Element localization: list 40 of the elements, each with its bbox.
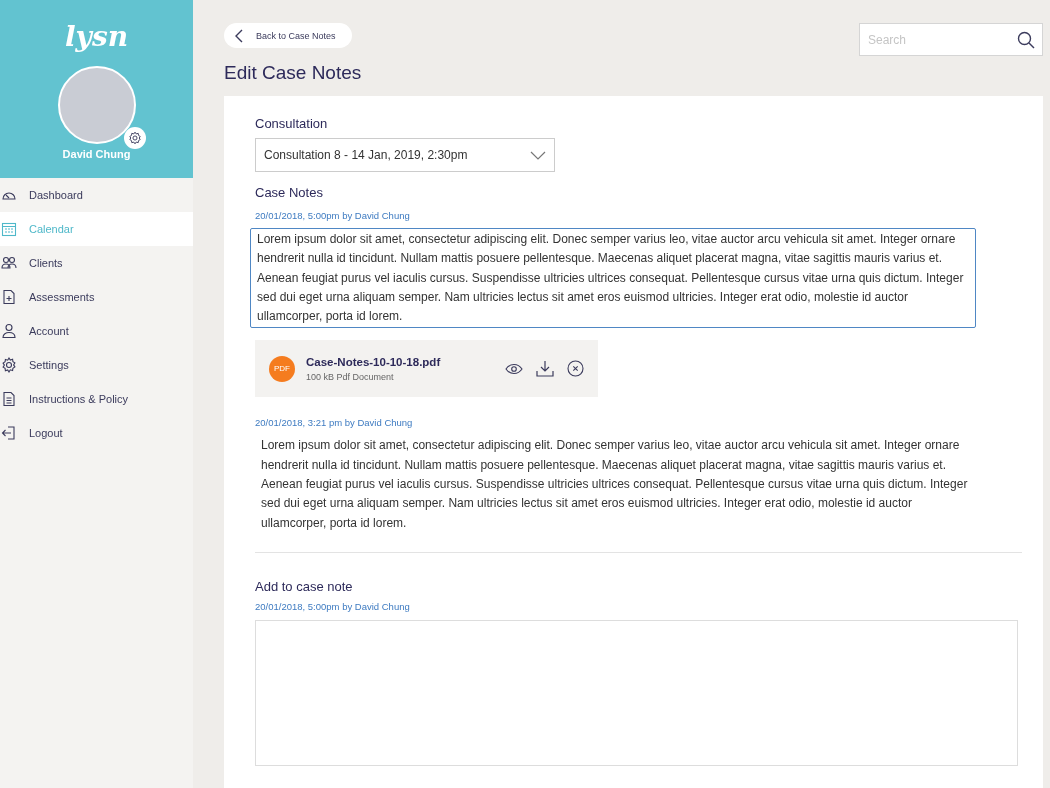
search-icon — [1017, 31, 1035, 49]
note-input-field[interactable] — [255, 619, 1018, 766]
chevron-left-icon — [234, 28, 244, 43]
section-label: Add to case note — [255, 578, 354, 594]
settings-icon[interactable] — [123, 127, 146, 149]
file-type-badge: PDF — [269, 356, 295, 382]
back-button[interactable]: Back to Case Notes — [224, 23, 352, 48]
calendar-icon — [1, 221, 17, 237]
note-text: Lorem ipsum dolor sit amet, consectetur adipiscing elit. Donec semper varius leo, vitae auctor arcu vehicula sit amet. Integer ornare hendrerit nulla id tincidunt. Nullam mattis posuere pellentesque. Maecenas aliquet placerat magna, vitae sagittis mauris varius et. Aenean feugiat purus vel iaculis cursus. Suspendisse ultricies ultrices consequat. Pellentesque cursus vitae urna quis dictum. Integer sed dui eget urna aliquam semper. Nam ultricies lectus sit amet eros euismod ultricies. Integer erat odio, molestie id auctor ullamcorper, porta id lorem. — [260, 437, 969, 532]
doc-plus-icon — [1, 289, 17, 305]
gear-icon — [1, 357, 17, 373]
nav-item[interactable]: Clients — [0, 246, 193, 280]
people-icon — [1, 255, 17, 271]
consultation-dropdown[interactable]: Consultation 8 - 14 Jan, 2019, 2:30pm — [255, 138, 555, 172]
download-icon[interactable] — [536, 360, 554, 378]
doc-icon — [1, 391, 17, 407]
note-meta: 20/01/2018, 5:00pm by David Chung — [255, 600, 411, 612]
file-size: 100 kB — [306, 372, 335, 382]
nav-item[interactable]: Logout — [0, 416, 193, 450]
user-name: David Chung — [62, 148, 131, 160]
page-title: Edit Case Notes — [224, 62, 363, 84]
nav-item[interactable]: Dashboard — [0, 178, 193, 212]
search-field[interactable]: Search — [859, 23, 1043, 56]
nav-item[interactable]: Settings — [0, 348, 193, 382]
note-meta: 20/01/2018, 5:00pm by David Chung — [255, 210, 411, 221]
eye-icon[interactable] — [505, 363, 523, 375]
note-text-field[interactable]: Lorem ipsum dolor sit amet, consectetur adipiscing elit. Donec semper varius leo, vitae auctor arcu vehicula sit amet. Integer ornare hendrerit nulla id tincidunt. Nullam mattis posuere pellentesque. Maecenas aliquet placerat magna, vitae sagittis mauris varius et. Aenean feugiat purus vel iaculis cursus. Suspendisse ultricies ultrices consequat. Pellentesque cursus vitae urna quis dictum. Integer sed dui eget urna aliquam semper. Nam ultricies lectus sit amet eros euismod ultricies. Integer erat odio, molestie id auctor ullamcorper, porta id lorem. — [250, 228, 976, 329]
nav-item[interactable]: Instructions & Policy — [0, 382, 193, 416]
exit-icon — [1, 425, 17, 441]
chevron-down-icon — [530, 150, 546, 160]
file-name: Case-Notes-10-10-18.pdf — [306, 356, 442, 368]
logo: lysn — [65, 20, 128, 54]
nav-item[interactable]: Assessments — [0, 280, 193, 314]
person-icon — [1, 323, 17, 339]
file-type: Pdf Document — [336, 372, 394, 382]
close-icon[interactable] — [567, 360, 584, 378]
note-meta: 20/01/2018, 3:21 pm by David Chung — [255, 417, 414, 429]
nav-item[interactable]: Account — [0, 314, 193, 348]
section-label: Case Notes — [255, 185, 324, 200]
field-label: Consultation — [255, 116, 329, 131]
